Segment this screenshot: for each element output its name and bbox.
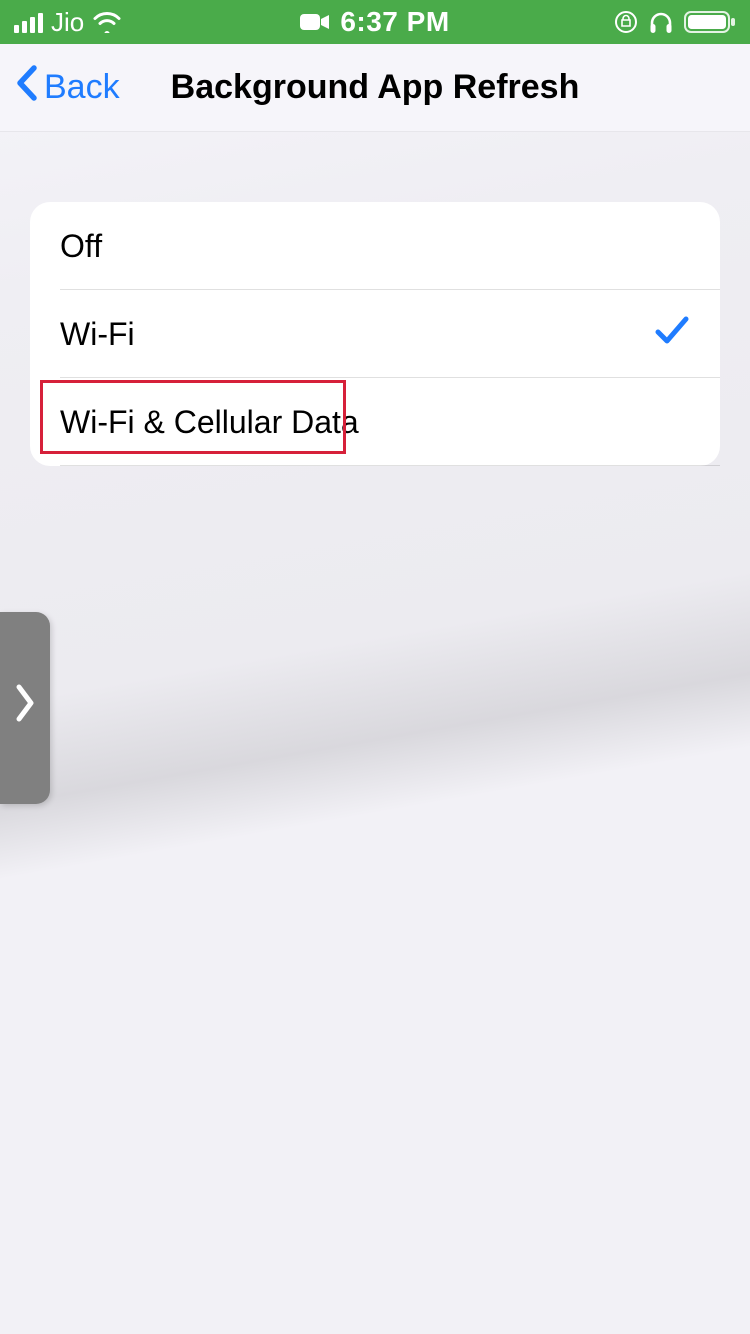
option-wifi-cellular[interactable]: Wi-Fi & Cellular Data: [30, 378, 720, 466]
option-label: Off: [60, 228, 690, 265]
chevron-right-icon: [15, 681, 35, 736]
content-area: Off Wi-Fi Wi-Fi & Cellular Data: [0, 132, 750, 466]
status-bar: Jio 6:37 PM: [0, 0, 750, 44]
rotation-lock-icon: [614, 10, 638, 34]
battery-icon: [684, 10, 736, 34]
options-list: Off Wi-Fi Wi-Fi & Cellular Data: [30, 202, 720, 466]
back-label: Back: [44, 68, 120, 107]
nav-bar: Back Background App Refresh: [0, 44, 750, 132]
option-label: Wi-Fi: [60, 316, 654, 353]
checkmark-icon: [654, 314, 690, 354]
chevron-left-icon: [14, 64, 38, 111]
wifi-icon: [92, 11, 122, 33]
status-right: [516, 10, 736, 34]
status-left: Jio: [14, 7, 234, 38]
option-off[interactable]: Off: [30, 202, 720, 290]
carrier-label: Jio: [51, 7, 84, 38]
cell-signal-icon: [14, 11, 43, 33]
option-wifi[interactable]: Wi-Fi: [30, 290, 720, 378]
option-label: Wi-Fi & Cellular Data: [60, 404, 690, 441]
status-center: 6:37 PM: [234, 6, 516, 38]
side-drawer-handle[interactable]: [0, 612, 50, 804]
back-button[interactable]: Back: [0, 44, 120, 131]
headphones-icon: [648, 10, 674, 34]
video-camera-icon: [300, 12, 330, 32]
status-time: 6:37 PM: [340, 6, 449, 38]
